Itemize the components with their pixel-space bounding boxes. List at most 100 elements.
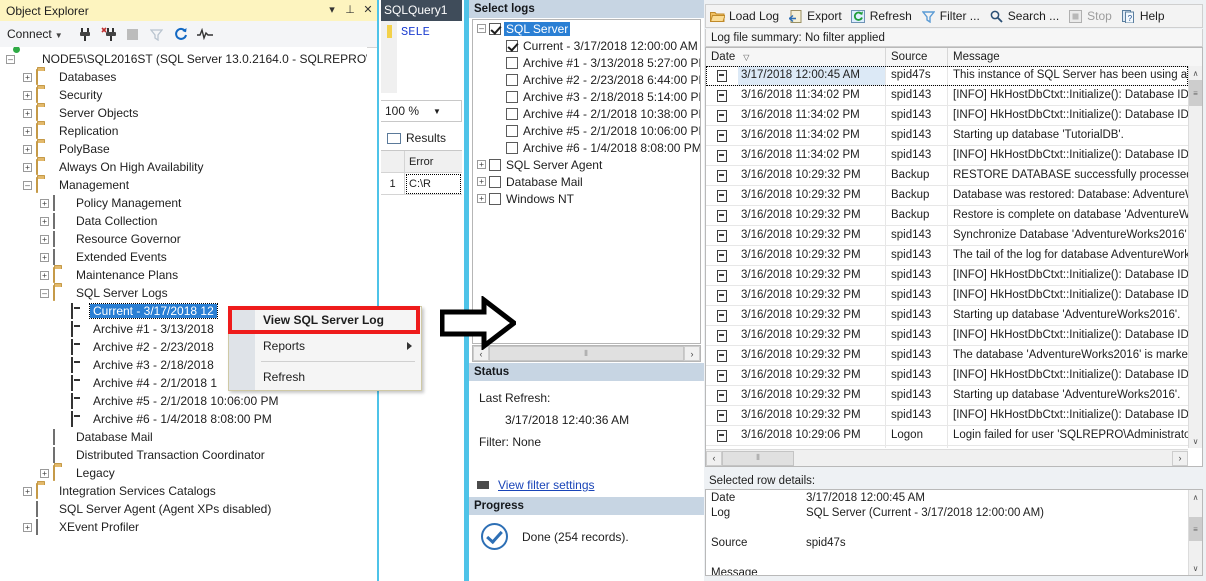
table-row[interactable]: 3/16/2018 11:34:02 PM spid143 [INFO] HkHos… [706, 106, 1188, 126]
select-logs-node[interactable]: Archive #4 - 2/1/2018 10:38:00 PM [473, 105, 700, 122]
tree-node[interactable]: Distributed Transaction Coordinator [0, 446, 367, 464]
tree-node[interactable]: + Databases [0, 68, 367, 86]
tree-node[interactable]: + Legacy [0, 464, 367, 482]
tree-node[interactable]: + PolyBase [0, 140, 367, 158]
select-logs-node[interactable]: + Database Mail [473, 173, 700, 190]
editor-zoom-combobox[interactable]: 100 % ▼ [381, 100, 462, 122]
table-row[interactable]: 3/16/2018 10:29:32 PM spid143 Starting up … [706, 306, 1188, 326]
scroll-thumb[interactable]: ⦀ [489, 346, 684, 361]
expand-icon[interactable]: + [40, 234, 49, 244]
expand-icon[interactable]: + [40, 198, 49, 208]
log-grid-vscrollbar[interactable]: ∧ ≡ ∨ [1188, 66, 1202, 448]
search-button[interactable]: Search ... [989, 9, 1059, 24]
table-row[interactable]: 3/16/2018 10:29:32 PM Backup Database was … [706, 186, 1188, 206]
checkbox[interactable] [506, 56, 518, 69]
tree-node[interactable]: + Replication [0, 122, 367, 140]
checkbox[interactable] [489, 22, 501, 35]
connect-button[interactable]: Connect ▼ [5, 26, 65, 42]
tree-node[interactable]: + Security [0, 86, 367, 104]
collapse-icon[interactable]: – [477, 24, 486, 33]
results-grid[interactable]: Error 1 C:\R [381, 150, 462, 196]
results-grid-cell-error[interactable]: C:\R [405, 173, 462, 195]
tree-node[interactable]: + Maintenance Plans [0, 266, 367, 284]
expand-icon[interactable]: + [23, 126, 32, 136]
tree-node[interactable]: + Always On High Availability [0, 158, 367, 176]
pin-icon[interactable]: ⊥ [341, 0, 359, 21]
table-row[interactable]: 3/16/2018 10:29:32 PM Backup RESTORE DATAB… [706, 166, 1188, 186]
column-header-source[interactable]: Source [886, 48, 948, 66]
checkbox[interactable] [506, 141, 518, 154]
load-log-button[interactable]: Load Log [710, 9, 779, 24]
expand-icon[interactable]: + [23, 108, 32, 118]
checkbox[interactable] [506, 39, 518, 52]
column-header-message[interactable]: Message [948, 48, 1202, 66]
scroll-left-icon[interactable]: ‹ [706, 450, 722, 466]
table-row[interactable]: 3/16/2018 10:29:32 PM spid143 [INFO] HkHos… [706, 266, 1188, 286]
scroll-right-icon[interactable]: › [684, 346, 700, 361]
table-row[interactable]: 3/16/2018 10:29:32 PM Backup Restore is co… [706, 206, 1188, 226]
select-logs-node[interactable]: – SQL Server [473, 20, 700, 37]
select-logs-node[interactable]: Archive #5 - 2/1/2018 10:06:00 PM [473, 122, 700, 139]
results-tab[interactable]: Results [381, 126, 462, 150]
table-row[interactable]: 3/17/2018 12:00:45 AM spid47s This instanc… [706, 66, 1188, 86]
expand-icon[interactable]: + [40, 270, 49, 280]
tree-node[interactable]: + Resource Governor [0, 230, 367, 248]
expand-icon[interactable]: + [23, 144, 32, 154]
table-row[interactable]: 3/16/2018 10:29:32 PM spid143 The tail of … [706, 246, 1188, 266]
context-menu[interactable]: View SQL Server Log Reports Refresh [228, 306, 422, 391]
results-grid-row[interactable]: 1 C:\R [381, 173, 462, 195]
log-grid-body[interactable]: 3/17/2018 12:00:45 AM spid47s This instanc… [706, 66, 1188, 448]
view-filter-settings-link[interactable]: View filter settings [498, 478, 595, 492]
tree-node[interactable]: – Management [0, 176, 367, 194]
checkbox[interactable] [506, 107, 518, 120]
help-button[interactable]: ? Help [1121, 9, 1165, 24]
checkbox[interactable] [506, 73, 518, 86]
scroll-thumb[interactable]: ⦀ [722, 450, 794, 466]
log-entries-grid[interactable]: Date ▽ Source Message 3/17/2018 12:00:45… [705, 47, 1203, 467]
context-menu-item-reports[interactable]: Reports [229, 333, 421, 359]
table-row[interactable]: 3/16/2018 10:29:32 PM spid143 [INFO] HkHos… [706, 406, 1188, 426]
dropdown-icon[interactable]: ▾ [323, 0, 341, 21]
checkbox[interactable] [489, 192, 501, 205]
expand-icon[interactable]: + [40, 252, 49, 262]
table-row[interactable]: 3/16/2018 11:34:02 PM spid143 [INFO] HkHos… [706, 146, 1188, 166]
tree-node[interactable]: + XEvent Profiler [0, 518, 367, 536]
filter-button[interactable]: Filter ... [921, 9, 980, 24]
context-menu-item-view-sql-server-log[interactable]: View SQL Server Log [229, 307, 421, 333]
tree-node[interactable]: SQL Server Agent (Agent XPs disabled) [0, 500, 367, 518]
tree-node[interactable]: + Data Collection [0, 212, 367, 230]
expand-icon[interactable]: + [477, 160, 486, 169]
table-row[interactable]: 3/16/2018 10:29:32 PM spid143 Starting up … [706, 386, 1188, 406]
tree-node[interactable]: + Policy Management [0, 194, 367, 212]
disconnect-plug-icon[interactable] [97, 23, 121, 45]
scroll-up-icon[interactable]: ∧ [1189, 66, 1202, 80]
expand-icon[interactable]: + [23, 72, 32, 82]
sql-editor-area[interactable]: SELE [381, 21, 462, 93]
tree-node[interactable]: – NODE5\SQL2016ST (SQL Server 13.0.2164.0… [0, 50, 367, 68]
select-logs-node[interactable]: Archive #2 - 2/23/2018 6:44:00 PM [473, 71, 700, 88]
collapse-icon[interactable]: – [40, 288, 49, 298]
collapse-icon[interactable]: – [6, 54, 15, 64]
view-filter-settings-row[interactable]: View filter settings [477, 478, 595, 492]
scroll-down-icon[interactable]: ∨ [1189, 434, 1202, 448]
refresh-button[interactable]: Refresh [851, 9, 912, 24]
select-logs-node[interactable]: Current - 3/17/2018 12:00:00 AM [473, 37, 700, 54]
table-row[interactable]: 3/16/2018 10:29:06 PMLogonError: 18456, … [706, 446, 1188, 448]
table-row[interactable]: 3/16/2018 10:29:32 PM spid143 [INFO] HkHos… [706, 326, 1188, 346]
table-row[interactable]: 3/16/2018 10:29:32 PM spid143 The database… [706, 346, 1188, 366]
scroll-thumb[interactable]: ≡ [1189, 517, 1202, 541]
scroll-up-icon[interactable]: ∧ [1189, 490, 1202, 504]
tree-node[interactable]: Archive #5 - 2/1/2018 10:06:00 PM [0, 392, 367, 410]
tree-node[interactable]: + Integration Services Catalogs [0, 482, 367, 500]
tree-node[interactable]: – SQL Server Logs [0, 284, 367, 302]
table-row[interactable]: 3/16/2018 10:29:06 PM Logon Login failed f… [706, 426, 1188, 446]
select-logs-node[interactable]: Archive #6 - 1/4/2018 8:08:00 PM [473, 139, 700, 156]
expand-icon[interactable]: + [23, 90, 32, 100]
checkbox[interactable] [506, 124, 518, 137]
expand-icon[interactable]: + [40, 216, 49, 226]
scroll-down-icon[interactable]: ∨ [1189, 561, 1202, 575]
expand-icon[interactable]: + [23, 522, 32, 532]
log-grid-hscrollbar[interactable]: ‹ ⦀ › [706, 449, 1188, 466]
table-row[interactable]: 3/16/2018 10:29:32 PM spid143 Synchronize … [706, 226, 1188, 246]
connect-plug-icon[interactable] [73, 23, 97, 45]
